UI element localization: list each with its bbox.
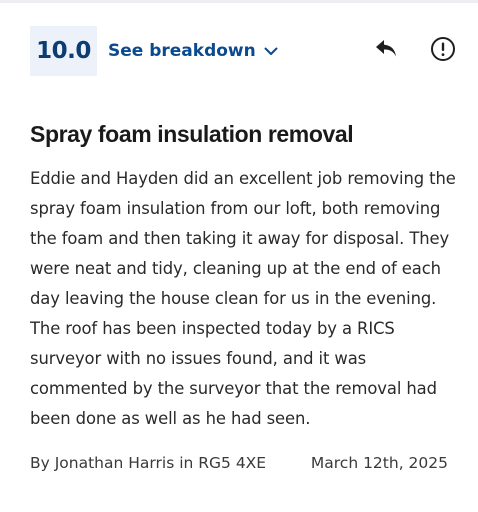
see-breakdown-button[interactable]: See breakdown — [108, 41, 278, 61]
review-title: Spray foam insulation removal — [30, 121, 354, 147]
report-icon — [430, 36, 456, 66]
review-header: 10.0 See breakdown — [30, 26, 458, 76]
reply-icon — [374, 38, 398, 64]
top-divider — [0, 0, 478, 3]
review-author: By Jonathan Harris in RG5 4XE — [30, 454, 267, 472]
chevron-down-icon — [264, 47, 278, 56]
score-badge: 10.0 — [30, 26, 97, 76]
report-button[interactable] — [428, 36, 458, 66]
review-body: Eddie and Hayden did an excellent job re… — [30, 169, 456, 428]
review-card: 10.0 See breakdown Spray foam insulation… — [30, 26, 458, 472]
reply-button[interactable] — [371, 36, 401, 66]
see-breakdown-label: See breakdown — [108, 41, 256, 61]
review-actions — [371, 36, 458, 66]
review-date: March 12th, 2025 — [310, 454, 448, 472]
review-footer: By Jonathan Harris in RG5 4XE March 12th… — [30, 454, 448, 472]
